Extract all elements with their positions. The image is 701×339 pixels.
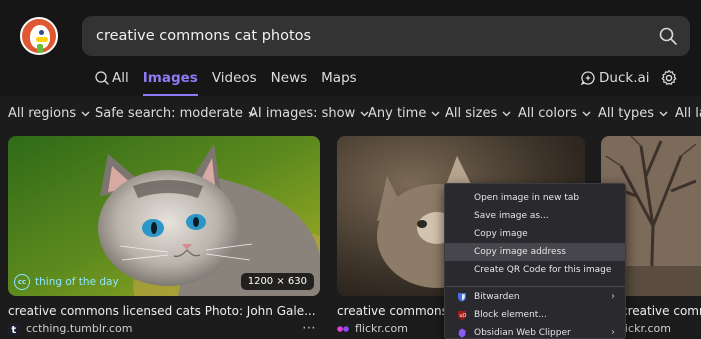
- watermark: cc thing of the day: [14, 274, 119, 290]
- svg-text:uO: uO: [459, 313, 466, 319]
- menu-item-obsidian-web-clipper[interactable]: Obsidian Web Clipper ›: [445, 324, 625, 339]
- logo-duck-eye: [39, 30, 44, 35]
- tab-label: Maps: [321, 70, 357, 86]
- chevron-down-icon: [81, 111, 90, 116]
- result-source[interactable]: ickr.com: [625, 322, 671, 335]
- filter-layout[interactable]: All la: [675, 106, 701, 121]
- tab-images[interactable]: Images: [142, 68, 198, 96]
- tab-label: Videos: [211, 70, 257, 86]
- more-options-button[interactable]: ⋯: [302, 321, 316, 335]
- result-thumbnail[interactable]: cc thing of the day 1200 × 630: [8, 136, 320, 296]
- obsidian-icon: [458, 328, 466, 338]
- filter-region[interactable]: All regions: [8, 106, 90, 121]
- filter-ai-images[interactable]: AI images: show: [249, 106, 369, 121]
- result-source[interactable]: flickr.com: [337, 322, 408, 335]
- menu-item-label: Bitwarden: [474, 292, 520, 302]
- chat-bubble-icon: [580, 71, 595, 86]
- gear-icon[interactable]: [660, 69, 678, 87]
- flickr-icon: [337, 325, 349, 332]
- tab-label: Images: [142, 70, 198, 86]
- duckduckgo-logo[interactable]: [20, 17, 58, 55]
- cc-license-icon: cc: [14, 274, 30, 290]
- tab-videos[interactable]: Videos: [212, 68, 257, 88]
- result-caption[interactable]: creative commons: [621, 304, 701, 318]
- tab-all[interactable]: All: [94, 68, 129, 88]
- tab-label: News: [270, 70, 308, 86]
- duck-ai-label: Duck.ai: [599, 70, 650, 86]
- filter-label: All regions: [8, 106, 77, 121]
- submenu-arrow-icon: ›: [611, 291, 615, 302]
- menu-item-label: Save image as...: [474, 211, 549, 221]
- chevron-down-icon: [431, 111, 440, 116]
- filter-bar: All regions Safe search: moderate AI ima…: [0, 96, 701, 132]
- menu-item-label: Create QR Code for this image: [474, 265, 612, 275]
- filter-label: All la: [675, 106, 701, 121]
- ublock-origin-icon: uO: [458, 311, 467, 320]
- source-domain: ickr.com: [625, 322, 671, 335]
- menu-item-label: Block element...: [474, 310, 547, 320]
- context-menu: Open image in new tab Save image as... C…: [444, 183, 626, 339]
- tab-label: All: [112, 70, 129, 86]
- filter-label: AI images: show: [249, 106, 356, 121]
- menu-item-copy-image-address[interactable]: Copy image address: [445, 243, 625, 261]
- chevron-down-icon: [659, 111, 668, 116]
- result-caption[interactable]: creative commons c: [337, 304, 447, 318]
- filter-label: All colors: [518, 106, 578, 121]
- source-domain: ccthing.tumblr.com: [26, 322, 133, 335]
- filter-safe-search[interactable]: Safe search: moderate: [95, 106, 257, 121]
- image-dimensions-badge: 1200 × 630: [240, 273, 314, 290]
- menu-item-label: Open image in new tab: [474, 193, 580, 203]
- menu-item-label: Copy image address: [474, 247, 566, 257]
- filter-label: Safe search: moderate: [95, 106, 243, 121]
- menu-item-label: Copy image: [474, 229, 528, 239]
- filter-label: All types: [598, 106, 655, 121]
- cat-photo-image: [8, 136, 320, 296]
- search-icon: [95, 71, 109, 85]
- watermark-text: thing of the day: [35, 276, 119, 288]
- menu-separator: [445, 286, 625, 287]
- chevron-down-icon: [582, 111, 591, 116]
- logo-duck-tie: [37, 44, 43, 53]
- menu-item-bitwarden[interactable]: Bitwarden ›: [445, 288, 625, 306]
- filter-time[interactable]: Any time: [368, 106, 440, 121]
- source-domain: flickr.com: [355, 322, 408, 335]
- result-source[interactable]: t ccthing.tumblr.com: [8, 322, 132, 335]
- filter-label: Any time: [368, 106, 427, 121]
- svg-text:t: t: [11, 325, 16, 335]
- menu-item-copy-image[interactable]: Copy image: [445, 225, 625, 243]
- menu-item-open-image-new-tab[interactable]: Open image in new tab: [445, 189, 625, 207]
- search-tabs: All Images Videos News Maps: [94, 68, 371, 96]
- tab-news[interactable]: News: [271, 68, 307, 88]
- search-box: [82, 16, 690, 56]
- filter-size[interactable]: All sizes: [445, 106, 511, 121]
- filter-color[interactable]: All colors: [518, 106, 591, 121]
- duck-ai-button[interactable]: Duck.ai: [580, 68, 650, 88]
- logo-duck-beak: [36, 37, 48, 42]
- search-input[interactable]: [96, 25, 636, 47]
- tab-maps[interactable]: Maps: [321, 68, 357, 88]
- menu-item-label: Obsidian Web Clipper: [474, 328, 571, 338]
- menu-item-block-element[interactable]: uO Block element...: [445, 306, 625, 324]
- result-caption[interactable]: creative commons licensed cats Photo: Jo…: [8, 304, 320, 318]
- submenu-arrow-icon: ›: [611, 327, 615, 338]
- header: All Images Videos News Maps Duck.ai: [0, 0, 701, 96]
- filter-label: All sizes: [445, 106, 498, 121]
- menu-item-save-image-as[interactable]: Save image as...: [445, 207, 625, 225]
- menu-item-create-qr-code[interactable]: Create QR Code for this image: [445, 261, 625, 279]
- filter-type[interactable]: All types: [598, 106, 668, 121]
- bitwarden-icon: [458, 293, 466, 302]
- search-icon[interactable]: [658, 26, 678, 46]
- chevron-down-icon: [502, 111, 511, 116]
- tumblr-icon: t: [8, 322, 20, 335]
